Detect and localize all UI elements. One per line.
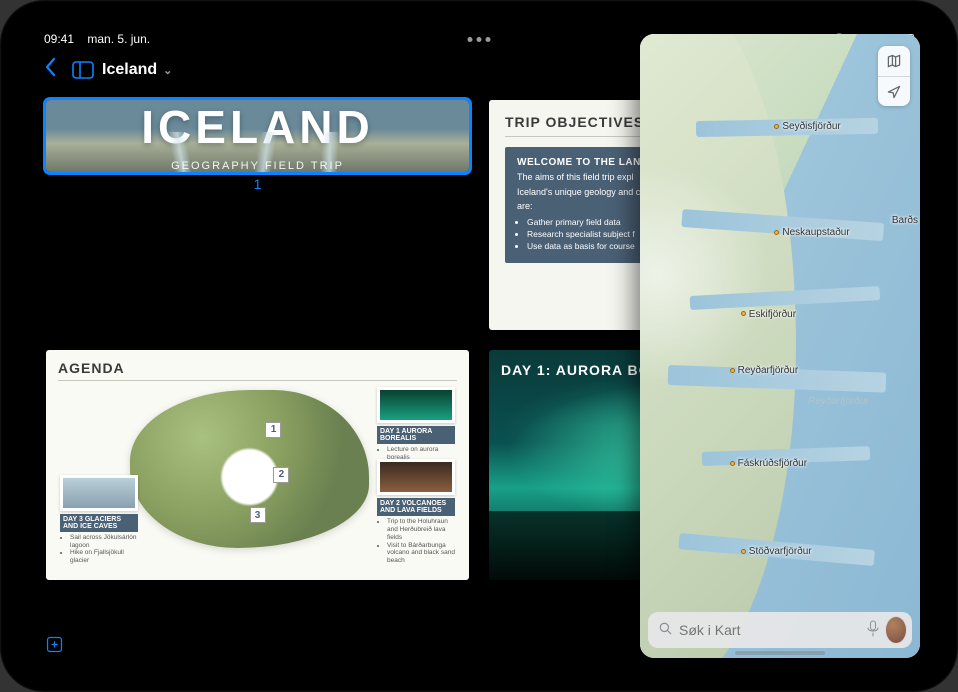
callout-day3: DAY 3 GLACIERS AND ICE CAVES Sail across… <box>60 475 138 565</box>
avatar[interactable] <box>886 617 906 643</box>
map-place-label[interactable]: Neskaupstaður <box>774 227 849 238</box>
map-place-label-faded: Reyðarfjörður <box>808 396 869 407</box>
callout-day2: DAY 2 VOLCANOES AND LAVA FIELDS Trip to … <box>377 459 455 565</box>
slideover-home-indicator[interactable] <box>735 651 825 655</box>
iceland-map-graphic <box>130 390 369 548</box>
mic-icon[interactable] <box>866 620 880 641</box>
status-time-date: 09:41 man. 5. jun. <box>44 32 150 46</box>
map-place-label[interactable]: Eskifjörður <box>741 309 796 320</box>
maps-slideover[interactable]: Seyðisfjörður Neskaupstaður Eskifjörður … <box>640 34 920 658</box>
map-mode-button[interactable] <box>878 46 910 76</box>
map-pin-3: 3 <box>250 507 266 523</box>
back-button[interactable] <box>38 57 64 83</box>
document-title-text: Iceland <box>102 61 157 79</box>
add-slide-button[interactable] <box>46 636 63 653</box>
locate-me-button[interactable] <box>878 76 910 106</box>
map-canvas[interactable]: Seyðisfjörður Neskaupstaður Eskifjörður … <box>640 34 920 658</box>
chevron-down-icon: ⌄ <box>163 64 172 77</box>
map-controls <box>878 46 910 106</box>
map-place-label[interactable]: Stöðvarfjörður <box>741 546 812 557</box>
document-title[interactable]: Iceland ⌄ <box>102 61 172 79</box>
screen: 09:41 man. 5. jun. 100 % <box>32 28 926 664</box>
status-date: man. 5. jun. <box>87 32 150 46</box>
slide-number: 1 <box>46 176 469 192</box>
tablet-frame: 09:41 man. 5. jun. 100 % <box>0 0 958 692</box>
slide1-subtitle: GEOGRAPHY FIELD TRIP <box>171 160 344 172</box>
map-place-label[interactable]: Reyðarfjörður <box>730 365 799 376</box>
sidebar-toggle-icon[interactable] <box>72 61 94 79</box>
map-search-input[interactable] <box>679 622 860 638</box>
map-place-label[interactable]: Seyðisfjörður <box>774 121 840 132</box>
search-icon <box>658 621 673 639</box>
map-pin-1: 1 <box>265 422 281 438</box>
map-search-bar[interactable] <box>648 612 912 648</box>
multitask-dots[interactable] <box>468 37 491 42</box>
map-pin-2: 2 <box>273 467 289 483</box>
slide-thumb-3[interactable]: AGENDA 1 2 3 DAY 1 AURORA BOREALIS Lectu… <box>46 350 469 580</box>
map-place-label[interactable]: Fáskrúðsfjörður <box>730 458 807 469</box>
slide-thumb-1[interactable]: ICELAND GEOGRAPHY FIELD TRIP 1 <box>46 100 469 330</box>
map-place-label: Barðs <box>892 215 918 226</box>
slide3-header: AGENDA <box>58 360 457 381</box>
status-time: 09:41 <box>44 32 74 46</box>
